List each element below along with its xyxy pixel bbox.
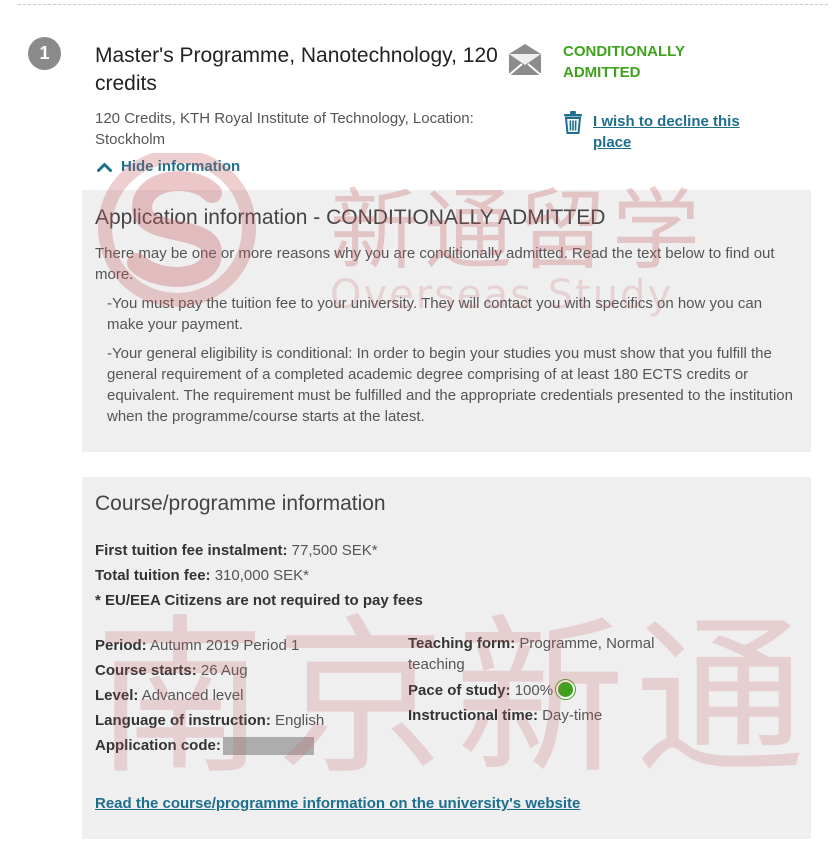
eu-fee-note: * EU/EEA Citizens are not required to pa…	[95, 592, 423, 609]
course-information-panel: Course/programme information First tuiti…	[82, 477, 811, 839]
pace-of-study-value: 100%	[510, 682, 554, 699]
application-intro-text: There may be one or more reasons why you…	[95, 245, 775, 283]
pace-of-study-label: Pace of study:	[408, 682, 511, 699]
pace-of-study-row: Pace of study: 100%	[408, 678, 698, 703]
period-label: Period:	[95, 637, 147, 654]
hide-information-label: Hide information	[121, 158, 241, 175]
university-website-link[interactable]: Read the course/programme information on…	[95, 795, 580, 812]
course-details: Period: Autumn 2019 Period 1 Course star…	[95, 633, 797, 758]
course-details-right: Teaching form: Programme, Normal teachin…	[408, 633, 698, 758]
level-label: Level:	[95, 687, 139, 704]
course-information-heading: Course/programme information	[95, 492, 386, 515]
first-tuition-fee-label: First tuition fee instalment:	[95, 542, 288, 559]
programme-subtitle: 120 Credits, KTH Royal Institute of Tech…	[95, 110, 474, 148]
level-row: Level: Advanced level	[95, 683, 408, 708]
course-details-left: Period: Autumn 2019 Period 1 Course star…	[95, 633, 408, 758]
course-starts-value: 26 Aug	[196, 662, 248, 679]
level-value: Advanced level	[138, 687, 244, 704]
language-label: Language of instruction:	[95, 712, 271, 729]
tuition-fees: First tuition fee instalment: 77,500 SEK…	[95, 538, 797, 613]
step-number-badge: 1	[28, 37, 61, 70]
language-row: Language of instruction: English	[95, 708, 408, 733]
total-tuition-fee-row: Total tuition fee: 310,000 SEK*	[95, 563, 797, 588]
period-value: Autumn 2019 Period 1	[146, 637, 300, 654]
total-tuition-fee-label: Total tuition fee:	[95, 567, 211, 584]
application-code-label: Application code:	[95, 737, 221, 754]
eu-fee-note-row: * EU/EEA Citizens are not required to pa…	[95, 588, 797, 613]
application-code-redacted	[222, 737, 314, 756]
admission-status: CONDITIONALLY ADMITTED	[563, 43, 685, 81]
instructional-time-row: Instructional time: Day-time	[408, 703, 698, 728]
decline-place-label: I wish to decline this place	[593, 113, 740, 151]
first-tuition-fee-value: 77,500 SEK*	[287, 542, 378, 559]
teaching-form-label: Teaching form:	[408, 635, 516, 652]
application-information-panel: Application information - CONDITIONALLY …	[82, 190, 811, 452]
course-starts-row: Course starts: 26 Aug	[95, 658, 408, 683]
trash-icon	[564, 111, 582, 134]
application-code-row: Application code:	[95, 733, 408, 758]
application-information-heading: Application information - CONDITIONALLY …	[95, 206, 606, 229]
condition-reason-tuition: -You must pay the tuition fee to your un…	[107, 295, 763, 333]
instructional-time-label: Instructional time:	[408, 707, 539, 724]
condition-reason-eligibility: -Your general eligibility is conditional…	[107, 345, 793, 425]
first-tuition-fee-row: First tuition fee instalment: 77,500 SEK…	[95, 538, 797, 563]
envelope-icon	[508, 44, 542, 76]
pace-status-dot-icon	[556, 680, 576, 699]
chevron-up-icon	[97, 162, 112, 172]
hide-information-toggle[interactable]: Hide information	[97, 158, 240, 175]
top-divider	[18, 4, 828, 5]
language-value: English	[270, 712, 325, 729]
decline-place-link[interactable]: I wish to decline this place	[563, 111, 768, 153]
instructional-time-value: Day-time	[538, 707, 603, 724]
course-starts-label: Course starts:	[95, 662, 197, 679]
period-row: Period: Autumn 2019 Period 1	[95, 633, 408, 658]
total-tuition-fee-value: 310,000 SEK*	[210, 567, 309, 584]
programme-title: Master's Programme, Nanotechnology, 120 …	[95, 44, 498, 95]
teaching-form-row: Teaching form: Programme, Normal teachin…	[408, 633, 698, 675]
